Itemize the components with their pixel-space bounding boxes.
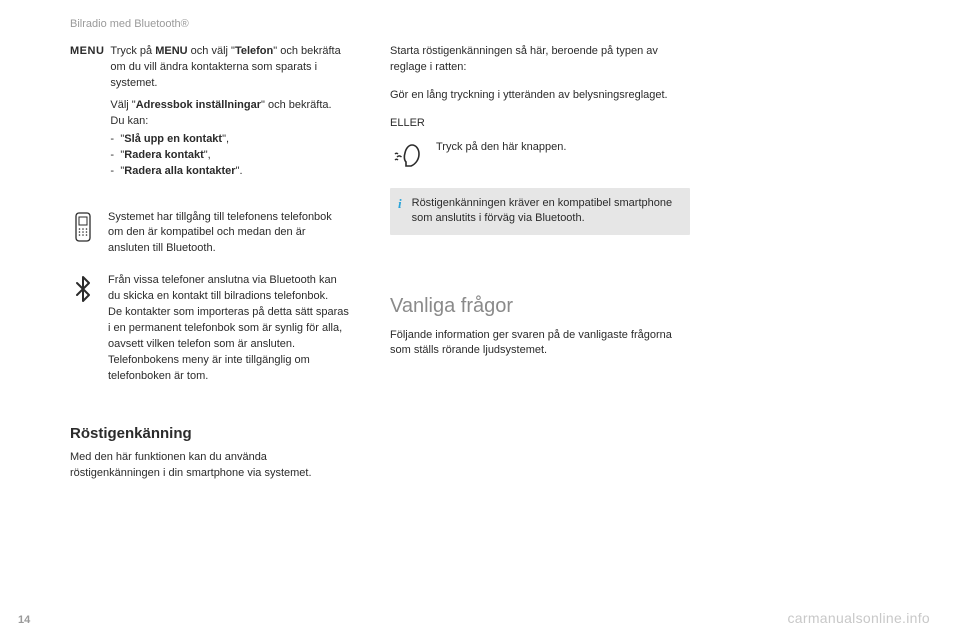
t-bold: Telefon [235, 45, 273, 57]
bluetooth-note: Från vissa telefoner anslutna via Blueto… [70, 273, 350, 385]
list-item: "Radera kontakt", [110, 148, 350, 164]
menu-icon-label: MENU [70, 44, 104, 180]
content-columns: MENU Tryck på MENU och välj "Telefon " oc… [70, 44, 920, 482]
voice-icon [390, 140, 424, 170]
info-icon: i [398, 196, 402, 227]
phone-note: Systemet har tillgång till telefonens te… [70, 210, 350, 258]
list-item: "Slå upp en kontakt", [110, 132, 350, 148]
t-bold: Radera kontakt [124, 149, 203, 161]
left-column: MENU Tryck på MENU och välj "Telefon " oc… [70, 44, 350, 482]
t-bold: Radera alla kontakter [124, 165, 235, 177]
voice-recognition-heading: Röstigenkänning [70, 425, 350, 442]
right-column: Starta röstigenkänningen så här, beroend… [390, 44, 690, 482]
phone-note-text: Systemet har tillgång till telefonens te… [108, 210, 350, 258]
bluetooth-icon [70, 273, 96, 385]
list-item: "Radera alla kontakter". [110, 164, 350, 180]
t: Från vissa telefoner anslutna via Blueto… [108, 273, 350, 305]
faq-body: Följande information ger svaren på de va… [390, 328, 690, 360]
t-bold: Adressbok inställningar [136, 99, 261, 111]
right-p1: Starta röstigenkänningen så här, beroend… [390, 44, 690, 76]
voice-button-row: Tryck på den här knappen. [390, 140, 690, 170]
right-eller: ELLER [390, 116, 690, 132]
info-text: Röstigenkänningen kräver en kompatibel s… [412, 196, 680, 227]
t: Telefonbokens meny är inte tillgänglig o… [108, 353, 350, 385]
voice-button-text: Tryck på den här knappen. [436, 140, 690, 170]
watermark: carmanualsonline.info [788, 610, 931, 626]
t: ", [222, 133, 229, 145]
t: ", [204, 149, 211, 161]
right-p2: Gör en lång tryckning i ytteränden av be… [390, 88, 690, 104]
t: Tryck på [110, 45, 155, 57]
t: och välj " [188, 45, 235, 57]
menu-bullets: "Slå upp en kontakt", "Radera kontakt", … [110, 132, 350, 180]
menu-block: MENU Tryck på MENU och välj "Telefon " oc… [70, 44, 350, 180]
phone-icon [70, 210, 96, 258]
voice-recognition-body: Med den här funktionen kan du använda rö… [70, 450, 350, 482]
t: Du kan: [110, 114, 350, 130]
info-box: i Röstigenkänningen kräver en kompatibel… [390, 188, 690, 235]
page-number: 14 [18, 614, 30, 626]
bluetooth-note-text: Från vissa telefoner anslutna via Blueto… [108, 273, 350, 385]
menu-body: Tryck på MENU och välj "Telefon " och bek… [110, 44, 350, 180]
t-bold: Slå upp en kontakt [124, 133, 222, 145]
t: De kontakter som importeras på detta sät… [108, 305, 350, 353]
section-header: Bilradio med Bluetooth® [70, 18, 920, 30]
t-bold: MENU [155, 45, 187, 57]
t: Välj " [110, 99, 135, 111]
t: " och bekräfta. [261, 99, 332, 111]
t: ". [236, 165, 243, 177]
faq-heading: Vanliga frågor [390, 295, 690, 318]
page: Bilradio med Bluetooth® MENU Tryck på ME… [0, 0, 960, 640]
